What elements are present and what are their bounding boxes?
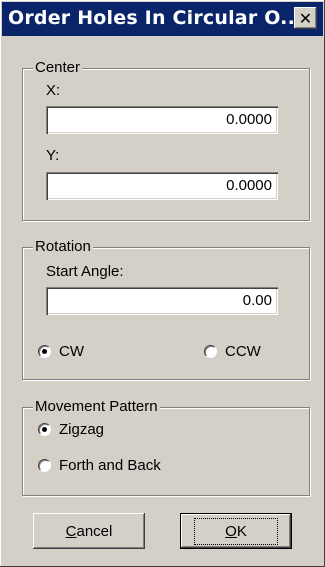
forth-and-back-radio-button[interactable] — [38, 459, 51, 472]
cw-label: CW — [59, 343, 84, 360]
ok-label: K — [236, 522, 247, 540]
cancel-accelerator: C — [65, 522, 77, 540]
cw-radio-button[interactable] — [38, 345, 51, 358]
forth-and-back-label: Forth and Back — [59, 457, 161, 474]
cw-radio[interactable]: CW — [38, 343, 84, 360]
cancel-label: ancel — [76, 522, 113, 540]
ok-focus-rect: OK — [194, 517, 278, 545]
ccw-radio[interactable]: CCW — [204, 343, 261, 360]
close-button[interactable]: ✕ — [294, 7, 317, 29]
title-bar[interactable]: Order Holes In Circular O... ✕ — [2, 2, 323, 36]
close-icon: ✕ — [298, 8, 313, 28]
start-angle-input[interactable]: 0.00 — [46, 287, 278, 315]
movement-pattern-group-label: Movement Pattern — [33, 398, 160, 416]
center-y-input[interactable]: 0.0000 — [46, 172, 278, 200]
rotation-group-label: Rotation — [33, 238, 93, 256]
center-group-label: Center — [33, 59, 83, 77]
zigzag-label: Zigzag — [59, 421, 105, 438]
zigzag-radio-button[interactable] — [38, 423, 51, 436]
y-label: Y: — [46, 147, 60, 164]
ccw-radio-button[interactable] — [204, 345, 217, 358]
ok-button[interactable]: OK — [180, 513, 292, 549]
center-x-input[interactable]: 0.0000 — [46, 106, 278, 134]
dialog-window: Order Holes In Circular O... ✕ Center X:… — [0, 0, 325, 567]
ccw-label: CCW — [225, 343, 261, 360]
zigzag-radio[interactable]: Zigzag — [38, 421, 104, 438]
x-label: X: — [46, 82, 61, 99]
cancel-button[interactable]: Cancel — [33, 513, 145, 549]
ok-accelerator: O — [225, 522, 237, 540]
forth-and-back-radio[interactable]: Forth and Back — [38, 457, 161, 474]
start-angle-label: Start Angle: — [46, 263, 124, 280]
dialog-title: Order Holes In Circular O... — [8, 7, 303, 29]
